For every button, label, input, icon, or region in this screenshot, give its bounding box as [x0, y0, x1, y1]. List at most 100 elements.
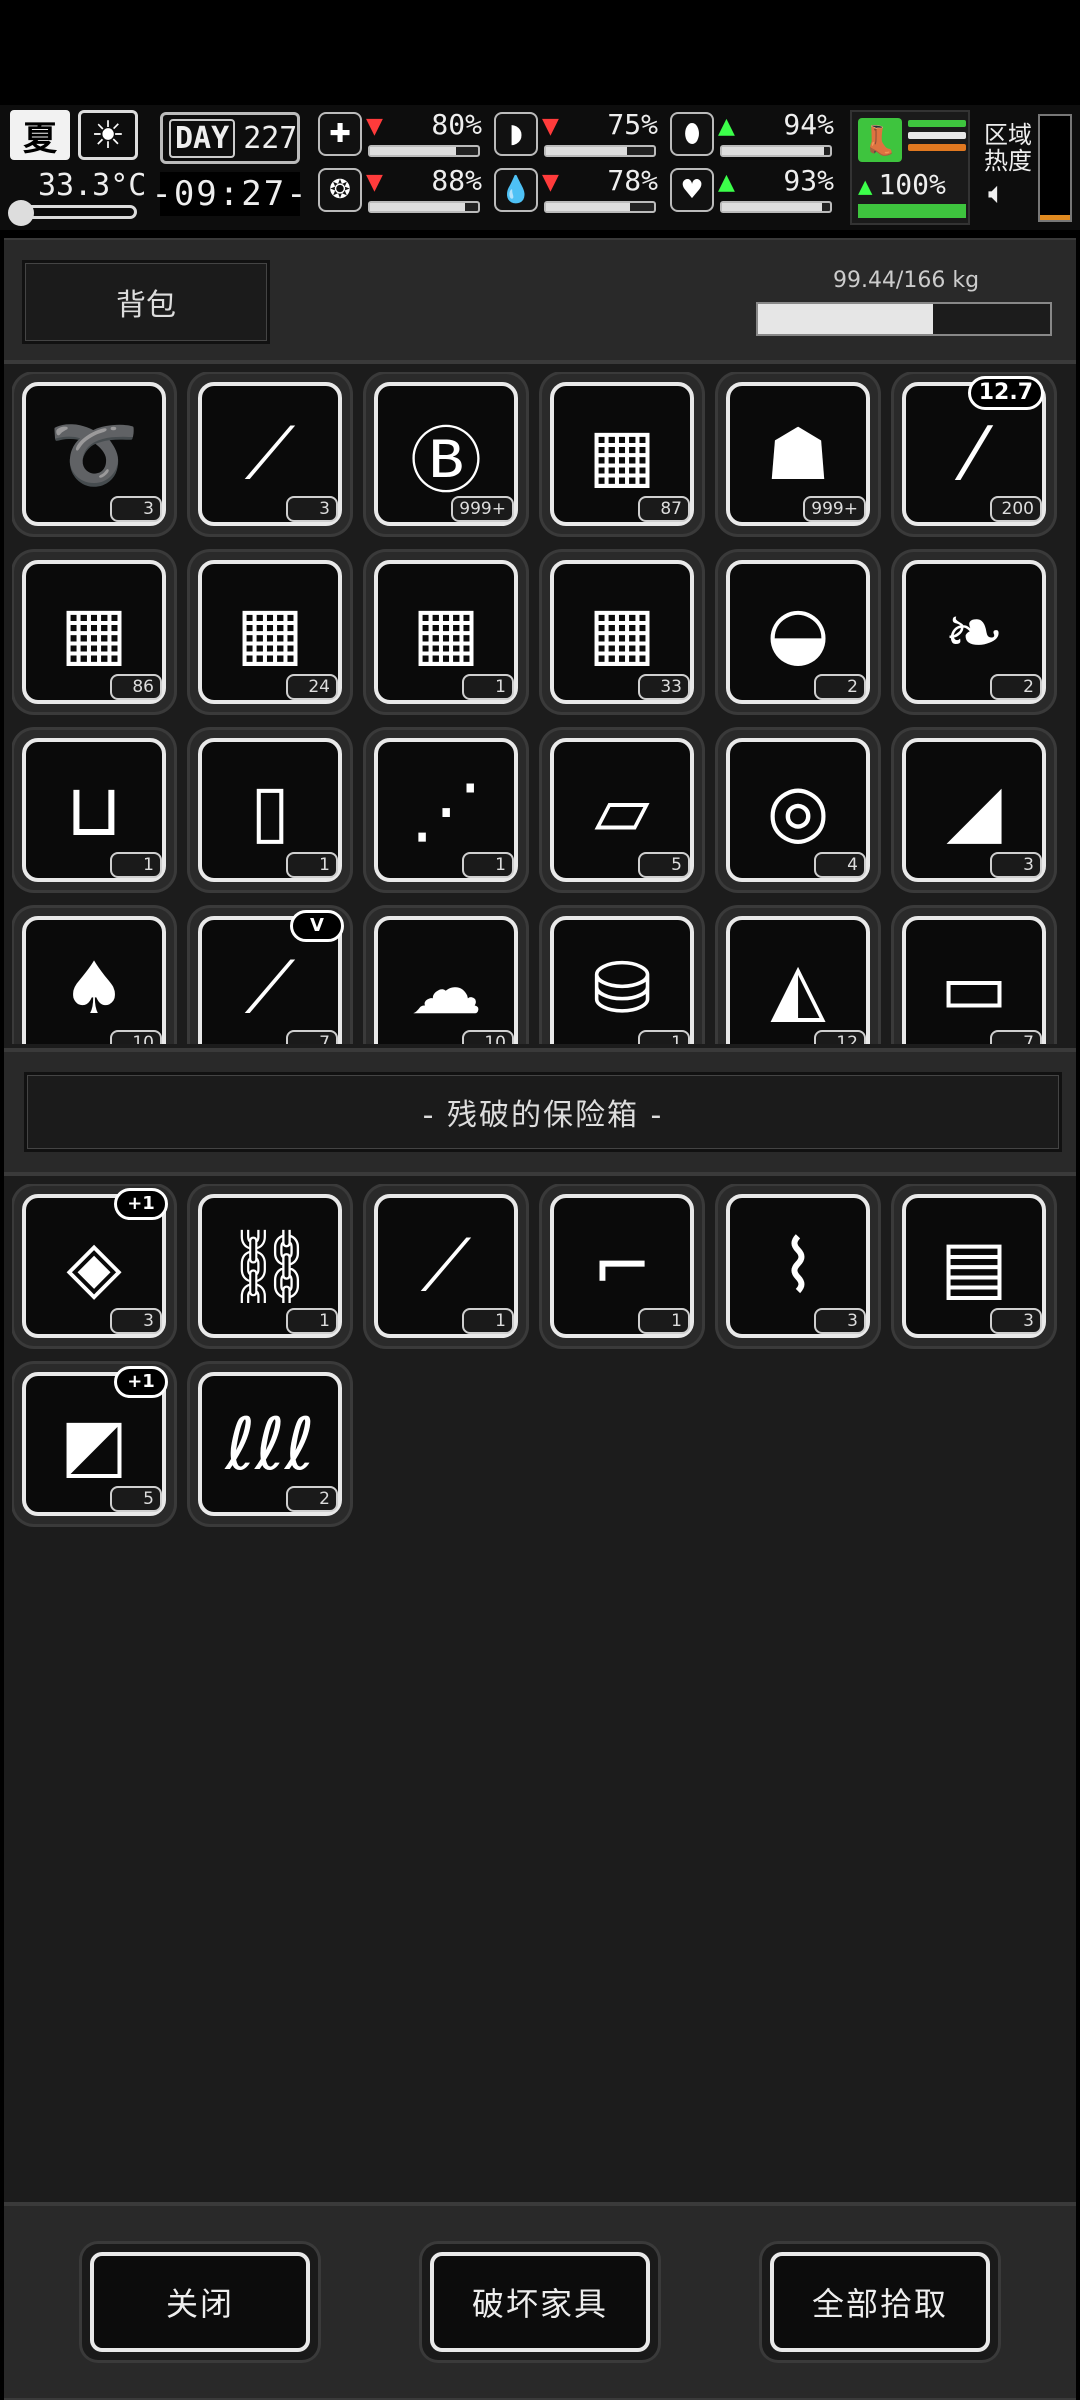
day-label: DAY [169, 118, 236, 158]
inventory-slot[interactable]: ◈ 3 +1 [14, 1186, 174, 1346]
backpack-tab[interactable]: 背包 [22, 260, 270, 344]
inventory-slot[interactable]: ☁ 10 [366, 908, 526, 1044]
stat-bar [544, 145, 656, 157]
item-count: 5 [638, 852, 690, 878]
container-title: - 残破的保险箱 - [24, 1072, 1062, 1152]
pill-icon: ⬮ [670, 112, 714, 156]
inventory-slot[interactable]: ⌐ 1 [542, 1186, 702, 1346]
item-count: 4 [814, 852, 866, 878]
item-badge: V [290, 910, 344, 942]
stat-bar-fill [370, 147, 457, 155]
inventory-slot[interactable]: ⋰ 1 [366, 730, 526, 890]
speaker-icon[interactable]: 🔈︎ [988, 176, 1006, 211]
status-stat: ⬮ ▲ 94% [670, 108, 838, 160]
down-arrow-icon: ▼ [542, 170, 559, 195]
item-count: 86 [110, 674, 162, 700]
item-count: 87 [638, 496, 690, 522]
inventory-slot[interactable]: ▦ 86 [14, 552, 174, 712]
cloth-pile-icon: ☁ [374, 916, 518, 1044]
inventory-slot[interactable]: ▦ 87 [542, 374, 702, 534]
boot-icon: 👢 [858, 118, 902, 162]
down-arrow-icon: ▼ [542, 114, 559, 139]
close-button-frame: 关闭 [82, 2244, 318, 2360]
item-count: 1 [462, 674, 514, 700]
close-button[interactable]: 关闭 [90, 2252, 310, 2352]
down-arrow-icon: ▼ [366, 114, 383, 139]
item-count: 1 [638, 1308, 690, 1334]
container-grid[interactable]: ◈ 3 +1 ⛓ 1 ⟋ 1 ⌐ 1 ⌇ 3 ▤ 3 ◩ 5 +1 ℓℓℓ 2 [12, 1184, 1068, 1584]
item-count: 3 [110, 1308, 162, 1334]
stat-bar-fill [722, 203, 823, 211]
inventory-slot[interactable]: ♠ 10 [14, 908, 174, 1044]
inventory-slot[interactable]: ◎ 4 [718, 730, 878, 890]
inventory-slot[interactable]: ▤ 3 [894, 1186, 1054, 1346]
zone-heat-fill [1040, 214, 1070, 220]
inventory-slot[interactable]: ▦ 33 [542, 552, 702, 712]
stamina-bar-fill [860, 206, 964, 216]
item-count: 1 [286, 1308, 338, 1334]
item-count: 10 [462, 1030, 514, 1044]
item-count: 1 [110, 852, 162, 878]
stomach-icon: ◗ [494, 112, 538, 156]
status-stat: ❂ ▼ 88% [318, 164, 486, 216]
inventory-slot[interactable]: ⛓ 1 [190, 1186, 350, 1346]
item-count: 3 [814, 1308, 866, 1334]
carry-weight: 99.44/166 kg [832, 268, 980, 293]
item-count: 1 [462, 852, 514, 878]
stat-bar [720, 145, 832, 157]
up-arrow-icon: ▲ [718, 170, 735, 195]
inventory-slot[interactable]: ▭ 7 [894, 908, 1054, 1044]
inventory-slot[interactable]: ⟋ 3 [190, 374, 350, 534]
inventory-slot[interactable]: ⊔ 1 [14, 730, 174, 890]
item-badge: +1 [114, 1366, 168, 1398]
inventory-slot[interactable]: ▦ 1 [366, 552, 526, 712]
stat-value: 80% [431, 108, 482, 141]
inventory-slot[interactable]: ➰ 3 [14, 374, 174, 534]
inventory-slot[interactable]: ◒ 2 [718, 552, 878, 712]
inventory-slot[interactable]: ◩ 5 +1 [14, 1364, 174, 1524]
inventory-slot[interactable]: ⟋ 1 [366, 1186, 526, 1346]
inventory-slot[interactable]: ◢ 3 [894, 730, 1054, 890]
brain-icon: ❂ [318, 168, 362, 212]
day-counter: DAY 227 [160, 112, 300, 164]
item-count: 12 [814, 1030, 866, 1044]
movement-mode-lines [908, 120, 966, 156]
item-count: 10 [110, 1030, 162, 1044]
carry-weight-bar [756, 302, 1052, 336]
inventory-slot[interactable]: ☗ 999+ [718, 374, 878, 534]
inventory-slot[interactable]: ◭ 12 [718, 908, 878, 1044]
destroy-furniture-button-frame: 破坏家具 [422, 2244, 658, 2360]
inventory-slot[interactable]: ▦ 24 [190, 552, 350, 712]
inventory-slot[interactable]: ▯ 1 [190, 730, 350, 890]
inventory-slot[interactable]: ⟋ 7 V [190, 908, 350, 1044]
status-stat: ◗ ▼ 75% [494, 108, 662, 160]
temperature-readout: 33.3°C [38, 168, 147, 203]
season-indicator: 夏 [10, 110, 70, 160]
item-count: 24 [286, 674, 338, 700]
inventory-slot[interactable]: Ⓑ 999+ [366, 374, 526, 534]
zone-heat-text: 区域 热度 [984, 121, 1032, 175]
inventory-slot[interactable]: ⁄ 200 12.7 [894, 374, 1054, 534]
item-count: 200 [990, 496, 1042, 522]
stamina-percent: 100% [878, 168, 946, 201]
backpack-grid[interactable]: ➰ 3 ⟋ 3 Ⓑ 999+ ▦ 87 ☗ 999+ ⁄ 200 12.7 ▦ 86 ▦ 24 ▦ 1 ▦ 33 ◒ 2 ❧ 2… [12, 372, 1068, 1044]
stat-bar [368, 201, 480, 213]
inventory-slot[interactable]: ▱ 5 [542, 730, 702, 890]
item-count: 999+ [803, 496, 866, 522]
take-all-button[interactable]: 全部拾取 [770, 2252, 990, 2352]
stat-bar-fill [546, 147, 627, 155]
item-count: 3 [990, 1308, 1042, 1334]
inventory-slot[interactable]: ❧ 2 [894, 552, 1054, 712]
burrito-icon: ◭ [726, 916, 870, 1044]
status-stat: ♥ ▲ 93% [670, 164, 838, 216]
inventory-slot[interactable]: ⌇ 3 [718, 1186, 878, 1346]
inventory-slot[interactable]: ⛁ 1 [542, 908, 702, 1044]
item-count: 1 [462, 1308, 514, 1334]
item-count: 7 [286, 1030, 338, 1044]
zone-heat-label: 区域 热度 [984, 122, 1032, 174]
water-drop-icon: 💧 [494, 168, 538, 212]
destroy-furniture-button[interactable]: 破坏家具 [430, 2252, 650, 2352]
day-number: 227 [243, 120, 298, 156]
item-count: 3 [286, 496, 338, 522]
inventory-slot[interactable]: ℓℓℓ 2 [190, 1364, 350, 1524]
